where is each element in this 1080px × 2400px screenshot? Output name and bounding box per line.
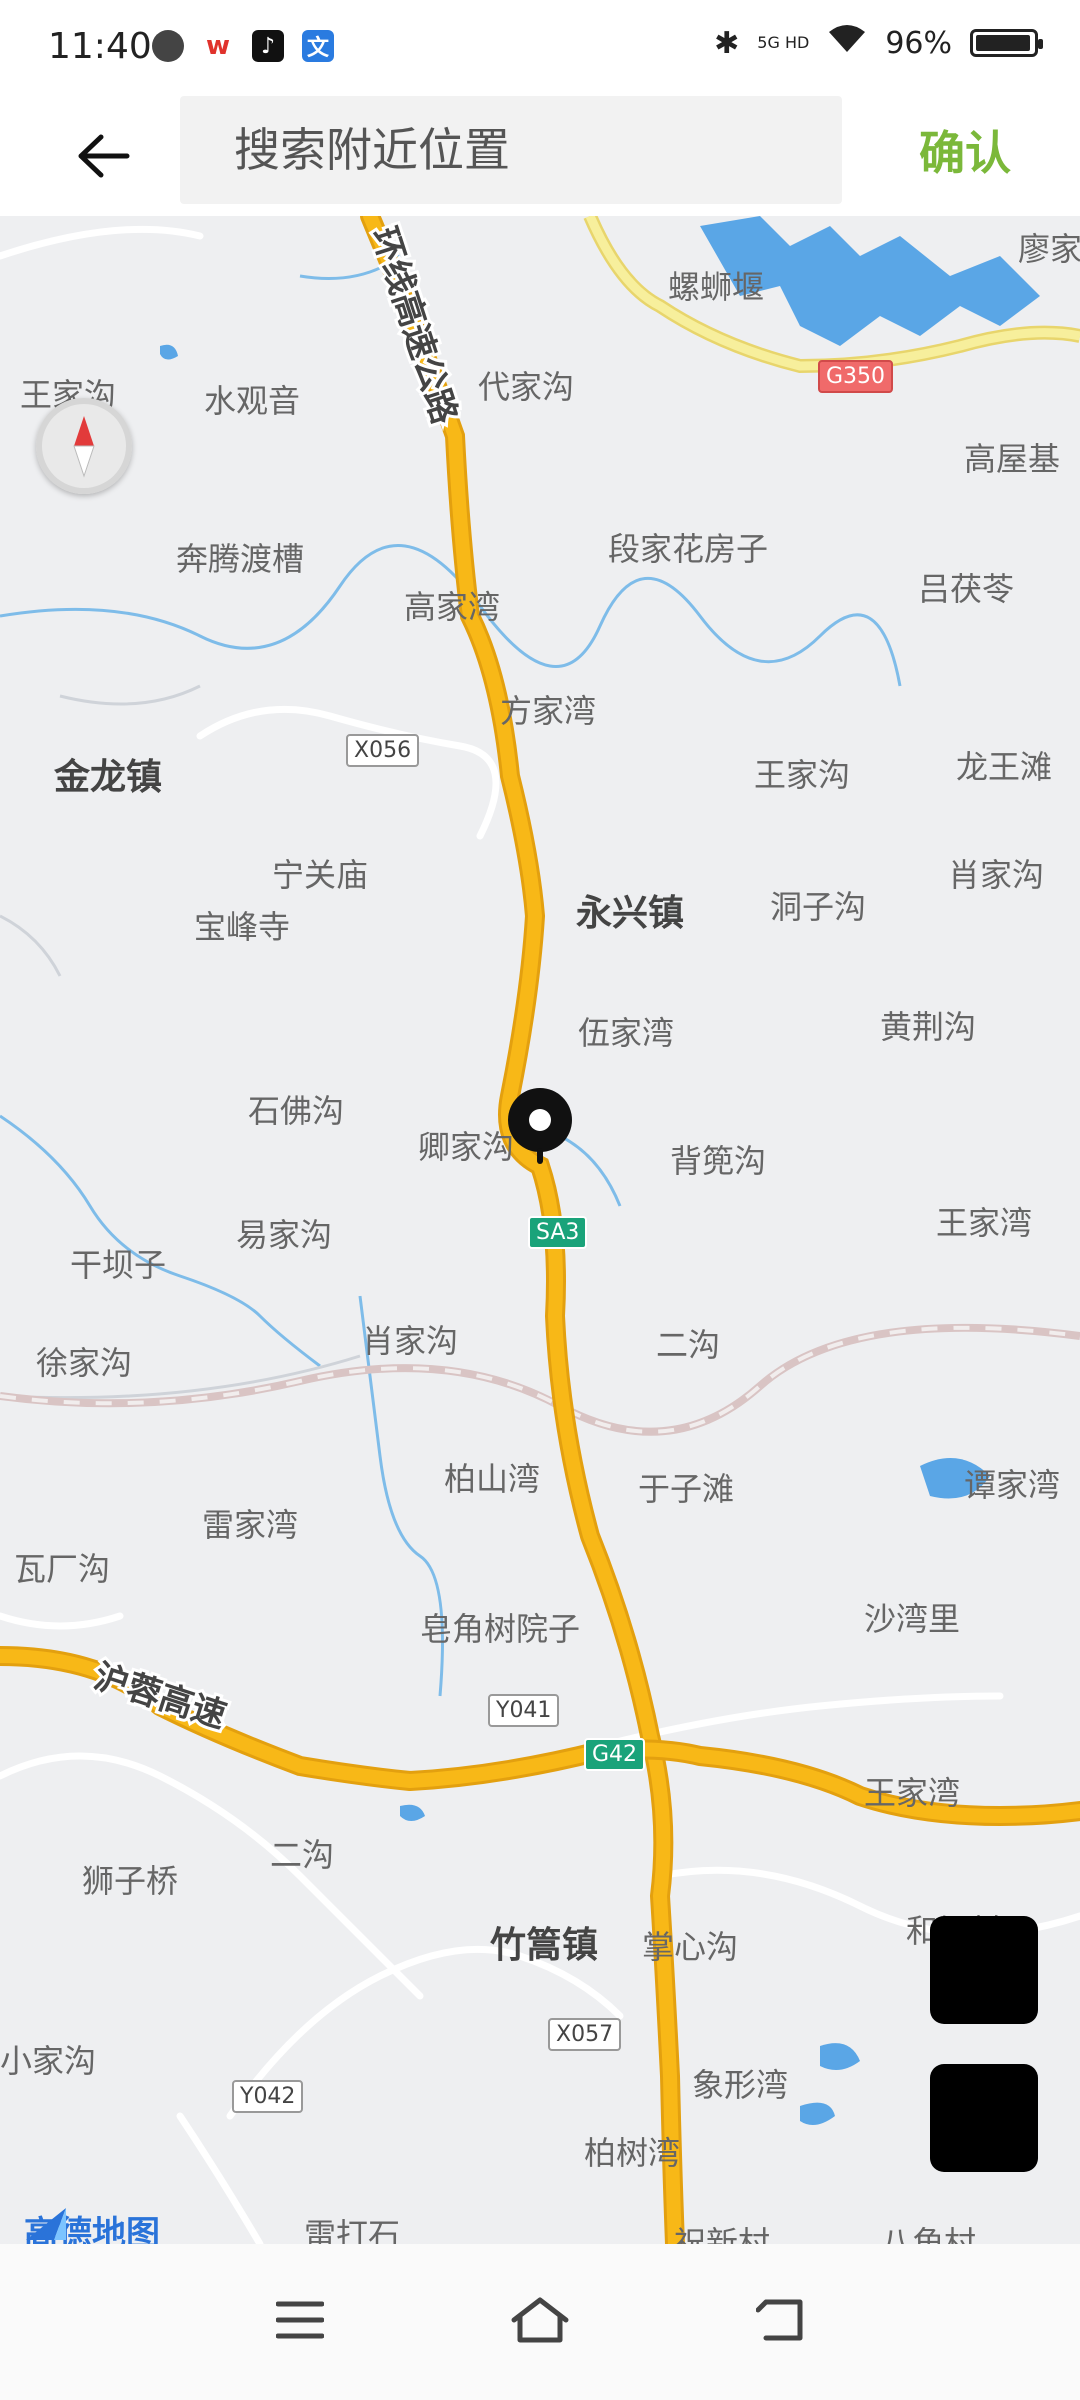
- search-box[interactable]: [180, 96, 842, 204]
- place-label: 于子滩: [638, 1470, 735, 1508]
- place-label: 柏树湾: [584, 2134, 681, 2172]
- notification-icons: w ♪ 文: [152, 30, 334, 62]
- road-shield: Y041: [488, 1694, 560, 1727]
- place-label: 干坝子: [70, 1246, 167, 1284]
- town-label: 金龙镇: [54, 757, 163, 798]
- back-nav-button[interactable]: [746, 2290, 818, 2350]
- place-label: 瓦厂沟: [14, 1550, 111, 1588]
- compass-icon: [73, 416, 95, 478]
- network-type: 5G HD: [757, 33, 810, 52]
- place-label: 雷家湾: [202, 1506, 299, 1544]
- translate-icon: 文: [302, 30, 334, 62]
- menu-icon: [276, 2301, 324, 2339]
- bluetooth-icon: ✱: [714, 25, 740, 61]
- road-shield: G42: [584, 1738, 646, 1771]
- expressway-name-label: 沪蓉高速: [89, 1657, 231, 1737]
- place-label: 代家沟: [478, 368, 575, 406]
- battery-icon: [970, 29, 1043, 57]
- back-nav-icon: [756, 2299, 803, 2341]
- confirm-button[interactable]: 确认: [900, 114, 1030, 186]
- place-label: 洞子沟: [770, 888, 867, 926]
- place-label: 水观音: [204, 382, 301, 420]
- place-label: 肖家沟: [362, 1322, 459, 1360]
- status-bar: 11:40 w ♪ 文 ✱ 5G HD 96%: [0, 0, 1080, 96]
- place-label: 宁关庙: [272, 856, 369, 894]
- tiktok-icon: ♪: [252, 30, 284, 62]
- wps-icon: w: [202, 30, 234, 62]
- arrow-left-icon: [78, 134, 130, 178]
- battery-level: [976, 35, 1030, 51]
- place-label: 祝新村: [674, 2224, 771, 2244]
- menu-button[interactable]: [264, 2290, 336, 2350]
- place-label: 柏山湾: [444, 1460, 541, 1498]
- status-right: ✱ 5G HD 96%: [714, 24, 1043, 62]
- map-layer-button[interactable]: [930, 1916, 1038, 2024]
- place-label: 方家湾: [500, 692, 597, 730]
- place-label: 廖家: [1018, 230, 1080, 268]
- town-label: 竹篙镇: [490, 1925, 599, 1966]
- place-label: 高家湾: [404, 588, 501, 626]
- highway-name-label: 环线高速公路: [363, 222, 464, 429]
- place-label: 卿家沟: [418, 1128, 515, 1166]
- place-label: 龙王滩: [956, 748, 1053, 786]
- place-label: 高屋基: [964, 440, 1061, 478]
- town-label: 永兴镇: [576, 893, 685, 934]
- place-label: 王家湾: [864, 1774, 961, 1812]
- place-label: 易家沟: [236, 1216, 333, 1254]
- compass-button[interactable]: [36, 398, 132, 494]
- place-label: 二沟: [656, 1326, 721, 1364]
- place-label: 皂角树院子: [420, 1610, 581, 1648]
- place-label: 石佛沟: [248, 1092, 345, 1130]
- place-label: 肖家沟: [948, 856, 1045, 894]
- road-shield: X056: [346, 734, 420, 767]
- place-label: 螺蛳堰: [668, 268, 765, 306]
- place-label: 谭家湾: [964, 1466, 1061, 1504]
- place-label: 段家花房子: [608, 530, 769, 568]
- place-label: 背篼沟: [670, 1142, 767, 1180]
- place-label: 徐家沟: [36, 1344, 133, 1382]
- location-pin-icon: [508, 1088, 572, 1152]
- place-label: 沙湾里: [864, 1600, 961, 1638]
- location-search-bar: 确认: [0, 96, 1080, 216]
- my-location-button[interactable]: [930, 2064, 1038, 2172]
- map-provider-logo: 高德地图: [24, 2206, 160, 2244]
- battery-percent: 96%: [885, 25, 952, 61]
- signal-icon: 5G HD: [757, 35, 809, 51]
- road-shield: G350: [818, 360, 894, 393]
- place-label: 二沟: [270, 1836, 335, 1874]
- place-label: 象形湾: [692, 2066, 789, 2104]
- location-pin-stem: [537, 1148, 543, 1164]
- place-label: 王家湾: [936, 1204, 1033, 1242]
- place-label: 小家沟: [0, 2042, 97, 2080]
- place-label: 奔腾渡槽: [176, 540, 305, 578]
- map-view[interactable]: 环线高速公路 沪蓉高速 螺蛳堰 廖家 王家沟 水观音 代家沟 高屋基 奔腾渡槽 …: [0, 216, 1080, 2244]
- place-label: 狮子桥: [82, 1862, 179, 1900]
- road-shield: X057: [548, 2018, 622, 2051]
- road-shield: Y042: [232, 2080, 304, 2113]
- place-label: 八角村: [880, 2224, 977, 2244]
- system-navigation-bar: [0, 2244, 1080, 2400]
- road-shield: SA3: [528, 1216, 588, 1249]
- place-label: 掌心沟: [642, 1928, 739, 1966]
- home-button[interactable]: [504, 2290, 576, 2350]
- place-label: 王家沟: [754, 756, 851, 794]
- place-label: 宝峰寺: [194, 908, 291, 946]
- home-icon: [511, 2297, 569, 2343]
- status-time: 11:40: [48, 26, 152, 67]
- place-label: 伍家湾: [578, 1014, 675, 1052]
- wifi-icon: [827, 24, 867, 62]
- amap-logo-icon: [26, 2208, 66, 2240]
- search-input[interactable]: [180, 122, 842, 178]
- place-label: 雷打石: [304, 2216, 401, 2244]
- place-label: 黄荆沟: [880, 1008, 977, 1046]
- place-label: 吕茯苓: [918, 570, 1015, 608]
- chat-icon: [152, 30, 184, 62]
- back-button[interactable]: [66, 118, 142, 194]
